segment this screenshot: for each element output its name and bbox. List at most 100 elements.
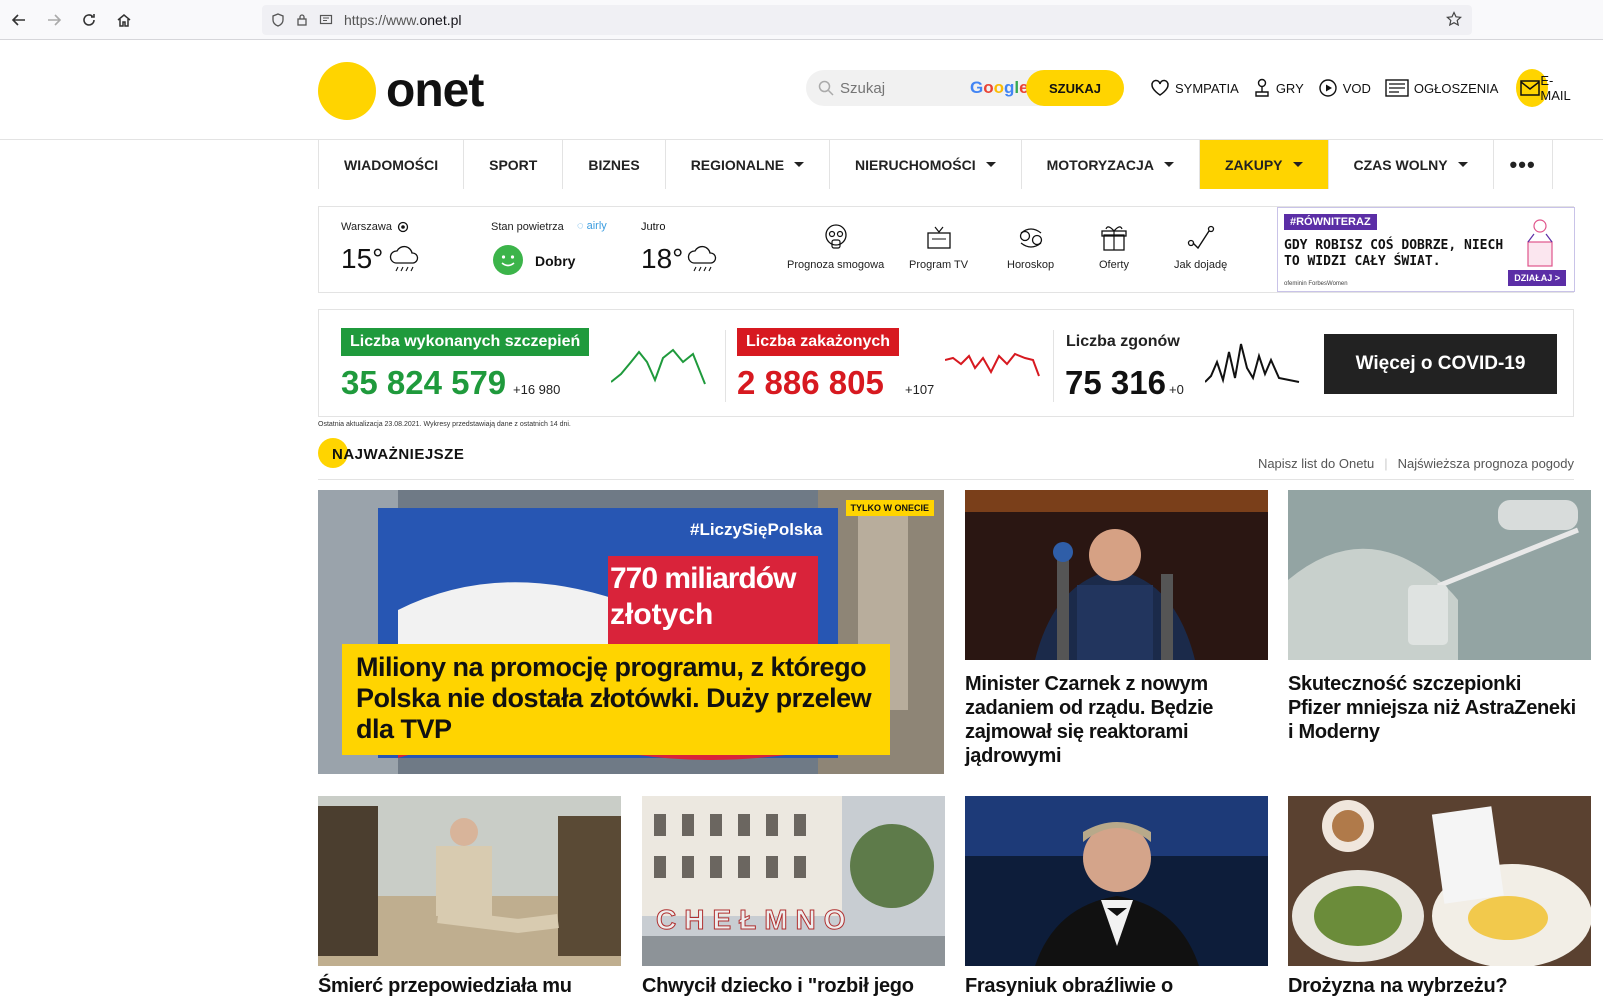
site-header: onet Google SZUKAJ SYMPATIA GRY VOD OGŁO…: [0, 40, 1603, 140]
article-title[interactable]: Chwycił dziecko i "rozbił jego: [642, 974, 932, 998]
deaths-delta: +0: [1169, 382, 1184, 397]
sympatia-link[interactable]: SYMPATIA: [1150, 79, 1239, 97]
covid-widget: Liczba wykonanych szczepień 35 824 579 +…: [318, 309, 1574, 417]
deaths-sparkline: [1205, 343, 1300, 384]
deaths-value: 75 316: [1065, 364, 1166, 401]
tomorrow-label: Jutro: [641, 221, 666, 233]
reload-icon[interactable]: [78, 9, 100, 31]
article-title[interactable]: Skuteczność szczepionki Pfizer mniejsza …: [1288, 672, 1578, 744]
ad-banner[interactable]: #RÓWNITERAZ GDY ROBISZ COŚ DOBRZE, NIECH…: [1277, 207, 1575, 292]
weather-temp: 15°: [341, 243, 384, 274]
browser-toolbar: https://www.onet.pl: [0, 0, 1603, 40]
home-icon[interactable]: [113, 9, 135, 31]
ogloszenia-label: OGŁOSZENIA: [1413, 80, 1499, 96]
infections-sparkline: [945, 352, 1040, 377]
nav-czas-wolny[interactable]: CZAS WOLNY: [1327, 140, 1493, 189]
gift-icon: [1101, 226, 1127, 251]
weather-city[interactable]: Warszawa: [341, 221, 409, 233]
link-divider: |: [1384, 456, 1388, 471]
tv-icon: [926, 226, 951, 249]
vod-link[interactable]: VOD: [1318, 78, 1371, 98]
logo-circle: [318, 62, 376, 120]
bookmark-star-icon[interactable]: [1446, 11, 1462, 32]
nav-biznes[interactable]: BIZNES: [562, 140, 664, 189]
ad-tag: #RÓWNITERAZ: [1284, 214, 1377, 230]
article-image: [318, 796, 621, 966]
address-bar[interactable]: https://www.onet.pl: [262, 5, 1472, 35]
chevron-down-icon: [985, 162, 996, 167]
main-nav: WIADOMOŚCI SPORT BIZNES REGIONALNE NIERU…: [318, 140, 1553, 189]
search-box: Google SZUKAJ: [806, 70, 1124, 106]
infections-value: 2 886 805: [737, 364, 884, 401]
section-title: NAJWAŻNIEJSZE: [332, 446, 465, 463]
vaccinations-label: Liczba wykonanych szczepień: [341, 328, 590, 356]
heart-icon: [1151, 79, 1169, 96]
nav-sport[interactable]: SPORT: [463, 140, 562, 189]
write-letter-link[interactable]: Napisz list do Onetu: [1258, 456, 1374, 471]
vod-label: VOD: [1342, 80, 1371, 96]
offers-link[interactable]: Oferty: [1099, 223, 1129, 271]
gry-link[interactable]: GRY: [1253, 78, 1304, 98]
hero-title[interactable]: Miliony na promocję programu, z którego …: [342, 644, 890, 755]
tomorrow-temp: 18°: [641, 243, 684, 274]
route-planner-link[interactable]: Jak dojadę: [1174, 223, 1227, 271]
nav-regionalne[interactable]: REGIONALNE: [664, 140, 829, 189]
chevron-down-icon: [1292, 162, 1303, 167]
chelmno-sign: CHEŁMNO: [656, 904, 854, 936]
podium-illustration: [1527, 219, 1553, 267]
ad-logos: ofeminin ForbesWomen: [1284, 281, 1348, 287]
article-image: [1288, 490, 1591, 660]
hero-article[interactable]: #LiczySięPolska 770 miliardów złotych TY…: [318, 490, 944, 774]
shield-icon[interactable]: [270, 12, 286, 28]
url-text: https://www.onet.pl: [344, 12, 462, 28]
search-icon: [818, 80, 834, 101]
nav-more-button[interactable]: •••: [1492, 140, 1553, 189]
email-label: E-MAIL: [1540, 73, 1571, 103]
search-input[interactable]: [840, 70, 970, 106]
nav-wiadomosci[interactable]: WIADOMOŚCI: [318, 140, 463, 189]
nav-zakupy[interactable]: ZAKUPY: [1198, 140, 1328, 189]
route-icon: [1187, 225, 1214, 250]
vaccinations-sparkline: [611, 348, 706, 385]
billboard-hashtag: #LiczySięPolska: [690, 520, 823, 539]
article-title[interactable]: Śmierć przepowiedziała mu: [318, 974, 608, 998]
horoscope-link[interactable]: Horoskop: [1007, 223, 1054, 271]
article-title[interactable]: Frasyniuk obraźliwie o: [965, 974, 1255, 998]
email-link[interactable]: E-MAIL: [1516, 69, 1576, 107]
vaccinations-value: 35 824 579: [341, 364, 507, 401]
billboard-line-1: 770 miliardów: [610, 562, 796, 595]
exclusive-badge: TYLKO W ONECIE: [845, 500, 934, 516]
covid-more-button[interactable]: Więcej o COVID-19: [1324, 334, 1557, 394]
ad-cta-button[interactable]: DZIAŁAJ >: [1508, 270, 1566, 286]
tv-program-link[interactable]: Program TV: [909, 223, 968, 271]
infections-delta: +107: [905, 382, 935, 397]
logo-text: onet: [386, 64, 484, 117]
ogloszenia-link[interactable]: OGŁOSZENIA: [1385, 79, 1499, 97]
nav-motoryzacja[interactable]: MOTORYZACJA: [1020, 140, 1199, 189]
back-icon[interactable]: [8, 9, 30, 31]
section-header: NAJWAŻNIEJSZE Napisz list do Onetu | Naj…: [318, 438, 1574, 480]
airly-logo: ◌ airly: [577, 220, 607, 232]
search-button[interactable]: SZUKAJ: [1026, 70, 1124, 106]
article-image: CHEŁMNO: [642, 796, 945, 966]
article-image: [965, 796, 1268, 966]
article-image: [1288, 796, 1591, 966]
weather-widget: Warszawa 15° Stan powietrza ◌ airly Dobr…: [318, 206, 1575, 293]
nav-nieruchomosci[interactable]: NIERUCHOMOŚCI: [829, 140, 1021, 189]
article-title[interactable]: Minister Czarnek z nowym zadaniem od rzą…: [965, 672, 1255, 768]
onet-logo[interactable]: onet: [318, 62, 484, 120]
article-image: [965, 490, 1268, 660]
article-title[interactable]: Drożyzna na wybrzeżu?: [1288, 974, 1578, 998]
chevron-down-icon: [1163, 162, 1174, 167]
sympatia-label: SYMPATIA: [1175, 80, 1239, 96]
lock-icon[interactable]: [294, 12, 310, 28]
section-links: Napisz list do Onetu | Najświeższa progn…: [1258, 456, 1574, 471]
forward-icon[interactable]: [43, 9, 65, 31]
top-links: SYMPATIA GRY VOD OGŁOSZENIA E-MAIL: [1150, 69, 1603, 107]
chevron-down-icon: [1457, 162, 1468, 167]
zodiac-icon: [1019, 228, 1042, 248]
weather-forecast-link[interactable]: Najświeższa prognoza pogody: [1398, 456, 1574, 471]
covid-divider: [725, 330, 726, 402]
page-info-icon[interactable]: [318, 12, 334, 28]
smog-forecast-link[interactable]: Prognoza smogowa: [787, 223, 884, 271]
